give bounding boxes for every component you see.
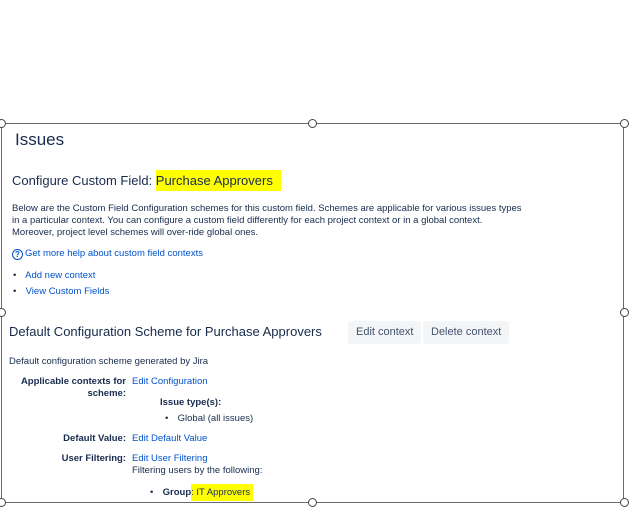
edit-context-button[interactable]: Edit context [348, 321, 422, 344]
edit-default-value-link[interactable]: Edit Default Value [132, 433, 207, 444]
issue-type-value: Global (all issues) [177, 413, 254, 424]
issue-types-label: Issue type(s): [160, 397, 222, 408]
resize-handle-bottom-right[interactable] [620, 498, 629, 507]
field-name-highlighted: Purchase Approvers [155, 170, 281, 191]
group-value-highlighted: : IT Approvers [191, 484, 254, 501]
applicable-contexts-label-line-1: Applicable contexts for [20, 376, 126, 387]
resize-handle-top-right[interactable] [620, 119, 629, 128]
edit-configuration-link[interactable]: Edit Configuration [132, 376, 208, 387]
resize-handle-middle-right[interactable] [620, 308, 629, 317]
resize-handle-bottom-center[interactable] [308, 498, 317, 507]
view-custom-fields-link[interactable]: View Custom Fields [26, 286, 110, 297]
filtering-text: Filtering users by the following: [132, 465, 263, 476]
help-link-row[interactable]: ? Get more help about custom field contex… [12, 248, 203, 260]
group-value: IT Approvers [196, 487, 251, 498]
help-link[interactable]: Get more help about custom field context… [25, 248, 203, 259]
scheme-description: Default configuration scheme generated b… [9, 356, 209, 367]
page-title: Issues [15, 130, 65, 149]
resize-handle-top-center[interactable] [308, 119, 317, 128]
applicable-contexts-label: Applicable contexts for scheme: [20, 376, 126, 400]
user-filtering-label: User Filtering: [61, 453, 126, 464]
add-new-context-item: Add new context [23, 270, 95, 281]
configure-heading-prefix: Configure Custom Field: [12, 173, 156, 188]
description-line-1: Below are the Custom Field Configuration… [12, 203, 522, 214]
description-line-2: in a particular context. You can configu… [12, 215, 483, 226]
scheme-title: Default Configuration Scheme for Purchas… [9, 324, 322, 339]
edit-user-filtering-link[interactable]: Edit User Filtering [132, 453, 208, 464]
delete-context-button[interactable]: Delete context [423, 321, 510, 344]
description-line-3: Moreover, project level schemes will ove… [12, 227, 259, 238]
add-new-context-link[interactable]: Add new context [25, 270, 95, 281]
configure-heading: Configure Custom Field: Purchase Approve… [12, 170, 281, 191]
issue-type-item: Global (all issues) [175, 413, 254, 424]
resize-handle-bottom-left[interactable] [0, 498, 6, 507]
question-circle-icon: ? [12, 249, 23, 260]
view-custom-fields-item: View Custom Fields [23, 286, 110, 297]
group-label: Group [162, 487, 192, 498]
default-value-label: Default Value: [63, 433, 126, 444]
applicable-contexts-label-line-2: scheme: [87, 388, 126, 399]
group-filter-item: Group: IT Approvers [160, 484, 254, 501]
